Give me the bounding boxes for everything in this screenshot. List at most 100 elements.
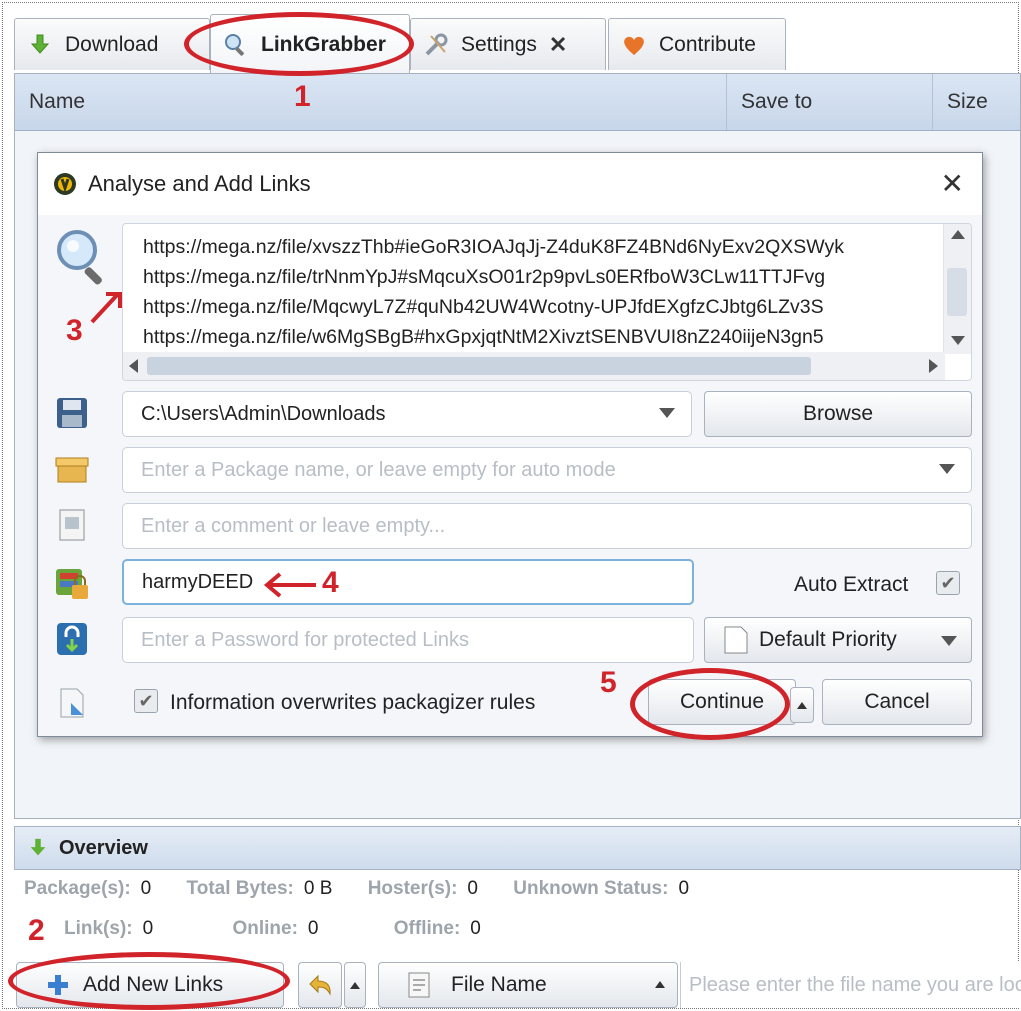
floppy-disk-icon [52,393,92,433]
tab-bar: Download LinkGrabber Settings ✕ Contribu… [14,14,1021,74]
chevron-down-icon[interactable] [939,464,955,474]
wrench-icon [423,32,449,58]
stat-value: 0 [678,878,690,899]
download-arrow-icon [27,32,53,58]
comment-placeholder: Enter a comment or leave empty... [141,514,446,537]
stat-value: 0 B [303,878,333,899]
search-links-icon [52,225,114,289]
stat-label: Unknown Status: [513,878,669,899]
horizontal-scroll-thumb[interactable] [147,357,811,375]
overview-stats-row-1: Package(s): 0 Total Bytes: 0 B Hoster(s): 0… [24,878,719,900]
stat-label: Hoster(s): [367,878,458,899]
tab-label: Download [65,32,159,56]
extract-password-value: harmyDEED [142,570,254,593]
stat-label: Total Bytes: [186,878,294,899]
dialog-title: Analyse and Add Links [88,171,311,196]
lock-download-icon [52,619,92,659]
scroll-up-icon[interactable] [951,230,965,239]
continue-options-button[interactable] [790,687,814,723]
scroll-left-icon[interactable] [129,359,138,373]
priority-dropdown[interactable]: Default Priority [704,617,972,663]
add-new-links-label: Add New Links [83,973,224,996]
vertical-scrollbar[interactable] [943,224,971,354]
undo-arrow-icon [306,972,334,998]
link-password-input[interactable]: Enter a Password for protected Links [122,617,694,663]
package-name-placeholder: Enter a Package name, or leave empty for… [141,458,616,481]
priority-value: Default Priority [759,628,897,651]
annotation-arrow-icon [88,286,128,332]
overwrite-rules-label: Information overwrites packagizer rules [170,691,536,714]
stat-label: Offline: [393,918,461,939]
links-textarea[interactable]: https://mega.nz/file/xvszzThb#ieGoR3IOAJ… [122,223,972,381]
link-line: https://mega.nz/file/MqcwyL7Z#quNb42UW4W… [143,296,824,318]
magnifier-icon [223,32,249,58]
package-box-icon [52,449,92,489]
document-icon [407,971,431,999]
horizontal-scrollbar[interactable] [123,352,945,380]
file-name-label: File Name [451,973,547,996]
tab-settings[interactable]: Settings ✕ [410,18,606,70]
vertical-scroll-thumb[interactable] [947,268,967,316]
file-name-search-select[interactable]: File Name [378,962,678,1008]
overview-arrow-icon [27,837,49,859]
annotation-number: 1 [294,80,311,113]
stat-label: Online: [232,918,298,939]
overwrite-rules-checkbox[interactable]: ✔ [134,689,158,713]
package-name-combobox[interactable]: Enter a Package name, or leave empty for… [122,447,972,493]
document-icon [723,625,749,655]
overview-stats-row-2: Link(s): 0 Online: 0 Offline: 0 [64,918,511,940]
close-icon[interactable]: ✕ [941,167,964,200]
stat-label: Package(s): [24,878,131,899]
column-save-to[interactable]: Save to [727,74,933,130]
stat-value: 0 [467,878,478,899]
save-path-select[interactable]: C:\Users\Admin\Downloads [122,391,692,437]
tab-label: LinkGrabber [261,32,386,56]
column-name[interactable]: Name [15,74,727,130]
plus-icon [47,974,69,996]
add-new-links-button[interactable]: Add New Links [16,962,284,1008]
comment-input[interactable]: Enter a comment or leave empty... [122,503,972,549]
column-size[interactable]: Size [933,74,1020,130]
annotation-number: 5 [600,666,617,699]
column-header: Name Save to Size [15,74,1020,131]
annotation-number: 2 [28,914,45,947]
annotation-number: 3 [66,314,83,347]
scroll-down-icon[interactable] [951,336,965,345]
file-name-search-input[interactable]: Please enter the file name you are looki… [680,962,1021,1008]
close-tab-icon[interactable]: ✕ [549,32,567,58]
cancel-button[interactable]: Cancel [822,679,972,725]
dialog-titlebar: Analyse and Add Links ✕ [38,153,982,215]
browse-button[interactable]: Browse [704,391,972,437]
stat-value: 0 [470,918,481,939]
overview-title: Overview [59,836,148,859]
continue-button[interactable]: Continue [648,679,796,725]
clipboard-observer-button[interactable] [298,962,342,1008]
archive-lock-icon [52,563,92,603]
overview-header[interactable]: Overview [14,826,1021,870]
scroll-right-icon[interactable] [929,359,938,373]
stat-label: Link(s): [64,918,133,939]
search-placeholder: Please enter the file name you are looki… [689,973,1021,996]
tab-download[interactable]: Download [14,18,210,70]
link-line: https://mega.nz/file/w6MgSBgB#hxGpxjqtNt… [143,326,824,348]
chevron-down-icon [659,408,675,418]
chevron-down-icon [941,636,957,646]
chevron-up-icon [350,981,360,989]
stat-value: 0 [142,918,154,939]
link-line: https://mega.nz/file/trNnmYpJ#sMqcuXsO01… [143,266,826,288]
link-line: https://mega.nz/file/xvszzThb#ieGoR3IOAJ… [143,236,845,258]
stat-value: 0 [307,918,319,939]
tab-contribute[interactable]: Contribute [608,18,786,70]
chevron-up-icon [655,981,665,988]
clipboard-options-button[interactable] [344,962,366,1008]
tab-label: Settings [461,32,537,56]
tab-linkgrabber[interactable]: LinkGrabber [210,14,410,74]
jdownloader-logo-icon [52,171,78,197]
comment-note-icon [52,505,92,545]
extract-password-input[interactable]: harmyDEED [122,559,694,605]
packagizer-icon [52,683,92,723]
save-path-value: C:\Users\Admin\Downloads [141,402,386,425]
auto-extract-checkbox[interactable]: ✔ [936,571,960,595]
heart-icon [621,32,647,58]
stat-value: 0 [140,878,152,899]
